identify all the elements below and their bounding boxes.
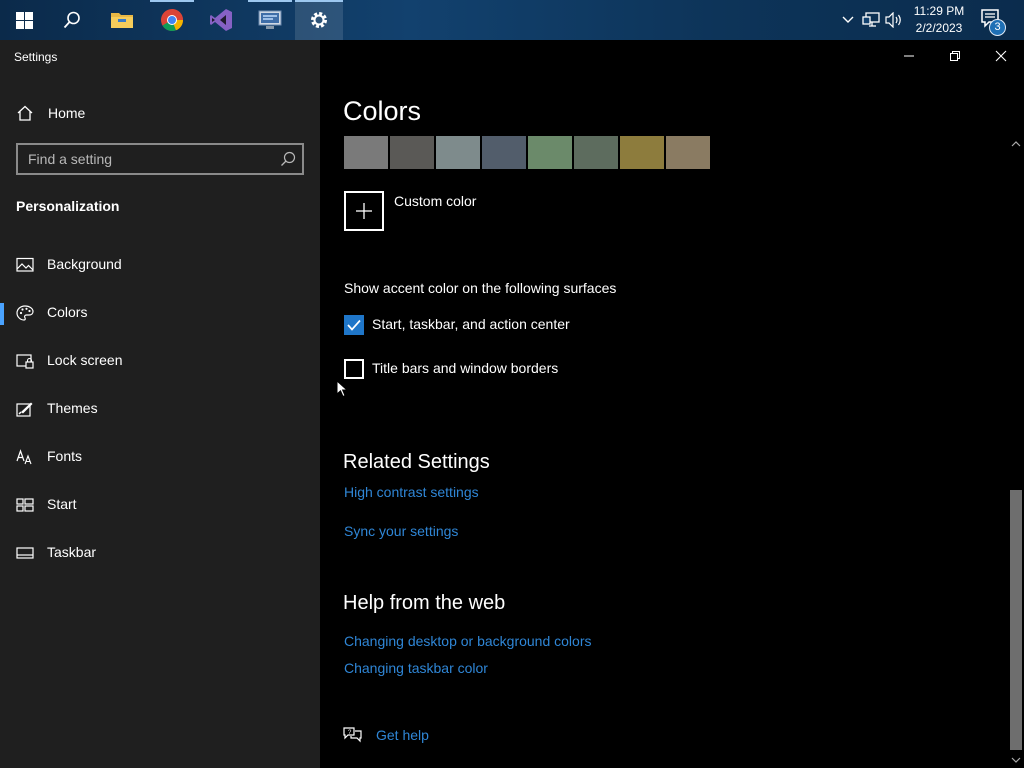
visual-studio-button[interactable] xyxy=(197,0,245,40)
image-icon xyxy=(16,257,34,272)
color-swatch[interactable] xyxy=(344,136,388,169)
sidebar-item-label: Taskbar xyxy=(47,544,97,560)
custom-color-label[interactable]: Custom color xyxy=(394,193,476,209)
windows-logo-icon xyxy=(15,11,33,29)
page-title: Colors xyxy=(343,96,422,126)
sidebar-home[interactable]: Home xyxy=(16,102,85,124)
close-button[interactable] xyxy=(978,40,1024,72)
changing-taskbar-color-link[interactable]: Changing taskbar color xyxy=(344,660,488,676)
related-settings-heading: Related Settings xyxy=(343,451,490,473)
changing-desktop-colors-link[interactable]: Changing desktop or background colors xyxy=(344,633,592,649)
network-tray-button[interactable] xyxy=(861,10,881,30)
sidebar-item-label: Themes xyxy=(47,400,98,416)
chevron-down-icon xyxy=(1011,757,1021,763)
sidebar-item-taskbar[interactable]: Taskbar xyxy=(0,533,320,573)
color-swatch[interactable] xyxy=(482,136,526,169)
sidebar-item-lock-screen[interactable]: Lock screen xyxy=(0,341,320,381)
visual-studio-icon xyxy=(210,9,232,31)
get-help-link[interactable]: Get help xyxy=(376,727,429,743)
taskbar-clock[interactable]: 11:29 PM 2/2/2023 xyxy=(908,3,970,37)
high-contrast-settings-link[interactable]: High contrast settings xyxy=(344,484,479,500)
minimize-icon xyxy=(904,55,914,57)
find-setting-input[interactable] xyxy=(18,151,268,167)
scroll-up-button[interactable] xyxy=(1008,136,1024,152)
color-swatch[interactable] xyxy=(436,136,480,169)
file-explorer-button[interactable] xyxy=(98,0,146,40)
accent-surfaces-label: Show accent color on the following surfa… xyxy=(344,280,617,296)
start-icon xyxy=(16,498,34,512)
checkmark-icon xyxy=(347,319,361,331)
start-taskbar-checkbox-label[interactable]: Start, taskbar, and action center xyxy=(372,316,570,332)
find-setting-search-box[interactable] xyxy=(16,143,304,175)
window-title: Settings xyxy=(14,50,58,64)
home-icon xyxy=(17,105,33,121)
palette-icon xyxy=(16,305,34,321)
plus-icon xyxy=(356,203,372,219)
sidebar-item-label: Lock screen xyxy=(47,352,123,368)
chrome-button[interactable] xyxy=(148,0,196,40)
title-bars-checkbox-label[interactable]: Title bars and window borders xyxy=(372,360,558,376)
start-taskbar-checkbox[interactable] xyxy=(344,315,364,335)
sidebar-item-themes[interactable]: Themes xyxy=(0,389,320,429)
taskbar-icon xyxy=(16,547,34,559)
custom-color-button[interactable] xyxy=(344,191,384,231)
chevron-up-icon xyxy=(1011,141,1021,147)
close-icon xyxy=(995,50,1007,62)
chevron-up-icon xyxy=(842,16,854,23)
remote-desktop-button[interactable] xyxy=(246,0,294,40)
remote-desktop-icon xyxy=(258,10,282,29)
search-icon xyxy=(63,11,80,29)
clock-time: 11:29 PM xyxy=(913,4,965,18)
sync-settings-link[interactable]: Sync your settings xyxy=(344,523,458,539)
restore-button[interactable] xyxy=(932,40,978,72)
clock-date: 2/2/2023 xyxy=(915,21,963,35)
start-button[interactable] xyxy=(0,0,48,40)
themes-icon xyxy=(16,402,33,417)
sidebar-item-background[interactable]: Background xyxy=(0,245,320,285)
sidebar-item-fonts[interactable]: Fonts xyxy=(0,437,320,477)
color-swatch[interactable] xyxy=(574,136,618,169)
chrome-icon xyxy=(161,9,184,32)
sidebar-item-label: Fonts xyxy=(47,448,83,464)
scrollbar-thumb[interactable] xyxy=(1010,490,1022,750)
sidebar-item-label: Start xyxy=(47,496,77,512)
notification-count-badge: 3 xyxy=(989,19,1006,36)
help-from-web-heading: Help from the web xyxy=(343,592,506,614)
taskbar: 11:29 PM 2/2/2023 3 xyxy=(0,0,1024,40)
sidebar-section-title: Personalization xyxy=(16,198,120,214)
selected-indicator xyxy=(0,303,4,325)
scroll-down-button[interactable] xyxy=(1008,752,1024,768)
sidebar-item-start[interactable]: Start xyxy=(0,485,320,525)
fonts-icon xyxy=(16,449,32,465)
color-swatch[interactable] xyxy=(666,136,710,169)
show-hidden-icons-button[interactable] xyxy=(838,10,858,30)
gear-icon xyxy=(311,12,327,28)
settings-app-button[interactable] xyxy=(295,0,343,40)
restore-icon xyxy=(950,51,960,61)
minimize-button[interactable] xyxy=(886,40,932,72)
color-swatch[interactable] xyxy=(528,136,572,169)
mouse-cursor-icon xyxy=(336,380,348,398)
folder-icon xyxy=(111,13,133,28)
sidebar-item-label: Colors xyxy=(47,304,88,320)
network-icon xyxy=(862,12,880,27)
sidebar-item-label: Background xyxy=(47,256,122,272)
volume-icon xyxy=(885,12,901,28)
title-bars-checkbox[interactable] xyxy=(344,359,364,379)
lock-screen-icon xyxy=(16,354,34,369)
sidebar-home-label: Home xyxy=(48,105,86,121)
get-help-icon: ? xyxy=(343,727,362,743)
color-swatch[interactable] xyxy=(390,136,434,169)
search-button[interactable] xyxy=(48,0,96,40)
color-swatch[interactable] xyxy=(620,136,664,169)
search-icon xyxy=(280,151,296,172)
sidebar-item-colors[interactable]: Colors xyxy=(0,293,320,333)
volume-tray-button[interactable] xyxy=(884,10,904,30)
